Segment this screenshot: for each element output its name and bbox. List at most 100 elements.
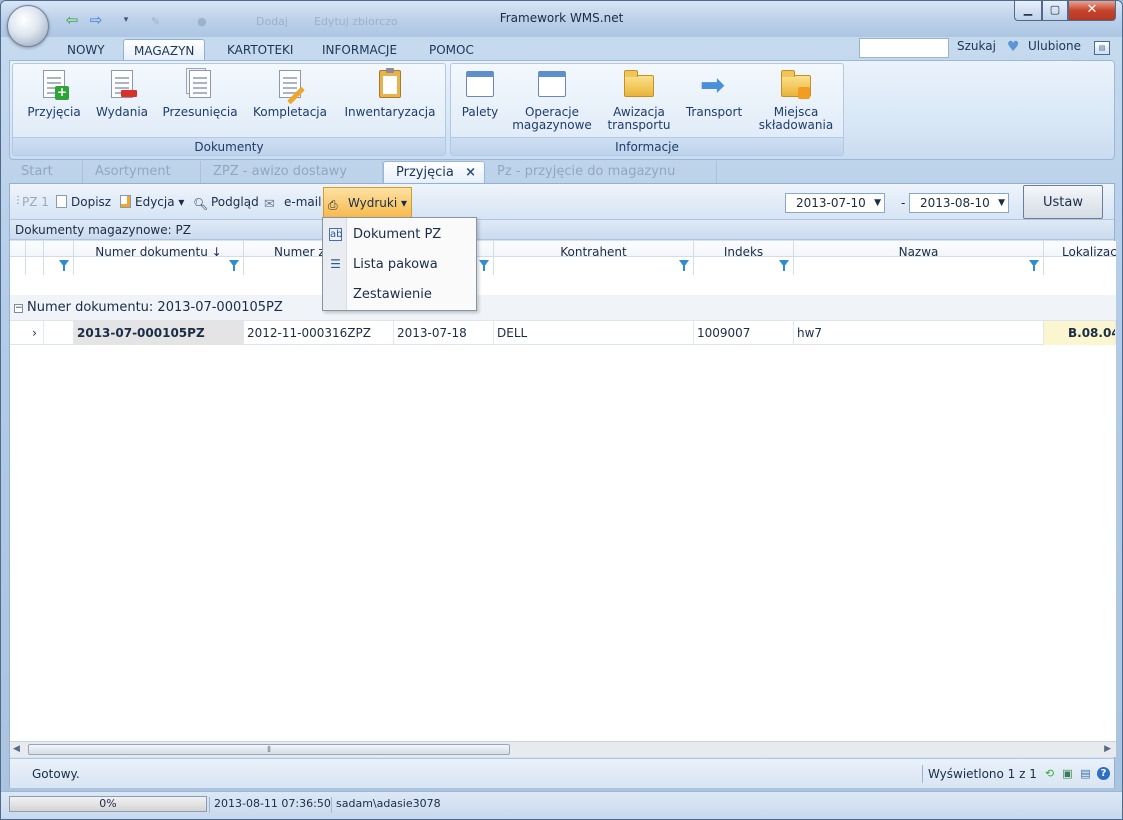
search-button[interactable]: Szukaj — [957, 39, 996, 53]
heart-icon[interactable]: ♥ — [1007, 39, 1020, 55]
export-icon[interactable]: ▣ — [1061, 767, 1074, 780]
group-row-label: Numer dokumentu: 2013-07-000105PZ — [27, 300, 283, 315]
document-add-icon: + — [38, 68, 70, 102]
inwentaryzacja-button[interactable]: Inwentaryzacja — [339, 68, 441, 119]
document-text-icon: ab — [329, 228, 343, 241]
collapse-icon[interactable]: − — [14, 304, 23, 313]
filter-icon[interactable] — [679, 260, 689, 271]
column-numer-dokumentu[interactable]: Numer dokumentu ↓ — [74, 241, 244, 275]
podglad-label: Podgląd — [211, 195, 259, 209]
tab-nowy[interactable]: NOWY — [57, 39, 115, 61]
horizontal-scrollbar[interactable]: ◀ ⦀ ▶ — [10, 741, 1116, 757]
scroll-right-icon[interactable]: ▶ — [1104, 744, 1111, 754]
application-orb-button[interactable] — [7, 5, 49, 47]
search-input[interactable] — [859, 38, 949, 58]
menu-item-zestawienie[interactable]: Zestawienie — [323, 280, 476, 310]
date-to-field[interactable]: 2013-08-10 ▼ — [909, 193, 1009, 213]
app-window: ⇦ ⇨ ▾ ✎ ● Dodaj Edytuj zbiorczo Framewor… — [0, 0, 1123, 820]
operacje-magazynowe-button[interactable]: Operacje magazynowe — [507, 68, 597, 132]
edycja-button[interactable]: Edycja ▾ — [120, 195, 184, 209]
ustaw-button[interactable]: Ustaw — [1023, 185, 1103, 219]
column-lokalizacja[interactable]: Lokalizacj — [1044, 241, 1116, 275]
row-expand-icon[interactable]: › — [26, 321, 44, 345]
wydania-button[interactable]: Wydania — [91, 68, 153, 119]
doc-tab-asortyment[interactable]: Asortyment — [83, 161, 201, 183]
window-layout-icon[interactable]: ▤ — [1094, 41, 1110, 55]
doc-tab-zpz-awizo[interactable]: ZPZ - awizo dostawy — [201, 161, 383, 183]
wydruki-button[interactable]: ⎙ Wydruki ▾ — [323, 187, 413, 217]
column-nazwa[interactable]: Nazwa — [794, 241, 1044, 275]
scrollbar-thumb[interactable]: ⦀ — [28, 744, 510, 755]
email-button[interactable]: ✉ e-mail — [264, 195, 322, 212]
clipboard-icon — [374, 68, 406, 102]
wydania-label: Wydania — [95, 105, 149, 119]
group-label-informacje: Informacje — [451, 137, 843, 155]
cell-numer-dokumentu[interactable]: 2013-07-000105PZ — [74, 321, 244, 345]
list-icon: ☰ — [330, 257, 341, 271]
cell-indeks[interactable]: 1009007 — [694, 321, 794, 345]
document-edit-icon — [274, 68, 306, 105]
scroll-left-icon[interactable]: ◀ — [13, 744, 20, 754]
tab-magazyn[interactable]: MAGAZYN — [123, 39, 206, 61]
date-range-separator: - — [901, 196, 906, 210]
status-user: sadam\adasie3078 — [331, 797, 445, 813]
chevron-down-icon[interactable]: ▼ — [874, 194, 881, 212]
folder-icon — [623, 68, 655, 102]
kompletacja-button[interactable]: Kompletacja — [247, 68, 333, 119]
przyjecia-button[interactable]: + Przyjęcia — [19, 68, 89, 119]
awizacja-transportu-button[interactable]: Awizacja transportu — [601, 68, 677, 132]
maximize-button[interactable]: ▢ — [1042, 1, 1068, 21]
favorites-button[interactable]: Ulubione — [1028, 39, 1081, 53]
edit-document-icon — [120, 195, 131, 208]
miejsca-skladowania-button[interactable]: Miejsca składowania — [751, 68, 841, 132]
filter-icon[interactable] — [229, 260, 239, 271]
transport-button[interactable]: ➡ Transport — [681, 68, 747, 119]
filter-icon[interactable] — [779, 260, 789, 271]
tab-kartoteki[interactable]: KARTOTEKI — [217, 39, 303, 61]
filter-icon[interactable] — [59, 260, 69, 271]
filter-icon[interactable] — [1029, 260, 1039, 271]
dopisz-button[interactable]: Dopisz — [56, 195, 111, 209]
column-kontrahent[interactable]: Kontrahent — [494, 241, 694, 275]
inwentaryzacja-label: Inwentaryzacja — [344, 105, 436, 119]
cell-kontrahent[interactable]: DELL — [494, 321, 694, 345]
cell-numer-z[interactable]: 2012-11-000316ZPZ — [244, 321, 394, 345]
cell-lokalizacja[interactable]: B.08.04. — [1044, 321, 1116, 345]
help-icon[interactable]: ? — [1097, 767, 1110, 780]
menu-item-dokument-pz[interactable]: ab Dokument PZ — [323, 220, 476, 250]
tab-informacje[interactable]: INFORMACJE — [312, 39, 407, 61]
menu-item-lista-pakowa[interactable]: ☰ Lista pakowa — [323, 250, 476, 280]
close-tab-icon[interactable]: × — [465, 162, 476, 183]
tab-pomoc[interactable]: POMOC — [419, 39, 484, 61]
palety-label: Palety — [461, 105, 499, 119]
email-label: e-mail — [284, 195, 322, 209]
refresh-icon[interactable]: ⟲ — [1043, 767, 1056, 780]
przesuniecia-button[interactable]: Przesunięcia — [157, 68, 243, 119]
awizacja-transportu-label: Awizacja transportu — [607, 105, 671, 132]
minimize-button[interactable]: ▁ — [1014, 1, 1042, 21]
cell-nazwa[interactable]: hw7 — [794, 321, 1044, 345]
group-label-dokumenty: Dokumenty — [13, 137, 445, 155]
doc-tab-pz-przyjecie[interactable]: Pz - przyjęcie do magazynu — [485, 161, 717, 183]
calendar-check-icon — [536, 68, 568, 102]
new-document-icon — [56, 195, 67, 208]
close-window-button[interactable]: ✕ — [1068, 1, 1116, 21]
status-datetime: 2013-08-11 07:36:50 — [209, 797, 335, 813]
filter-icon[interactable] — [479, 260, 489, 271]
cell-data[interactable]: 2013-07-18 — [394, 321, 494, 345]
przyjecia-label: Przyjęcia — [27, 105, 81, 119]
podglad-button[interactable]: 🔍︎ Podgląd — [193, 195, 259, 211]
column-indeks[interactable]: Indeks — [694, 241, 794, 275]
palety-button[interactable]: Palety — [455, 68, 505, 119]
header-status-cell — [44, 241, 74, 275]
kompletacja-label: Kompletacja — [253, 105, 327, 119]
chevron-down-icon[interactable]: ▼ — [998, 194, 1005, 212]
save-layout-icon[interactable]: ▤ — [1079, 767, 1092, 780]
table-row[interactable]: › 2013-07-000105PZ 2012-11-000316ZPZ 201… — [10, 321, 1116, 345]
header-indicator-cell — [10, 241, 26, 275]
group-row[interactable]: − Numer dokumentu: 2013-07-000105PZ — [10, 295, 1116, 321]
doc-tab-przyjecia[interactable]: Przyjęcia × — [383, 161, 485, 183]
pz-counter: PZ 1 — [22, 195, 49, 209]
date-from-field[interactable]: 2013-07-10 ▼ — [785, 193, 885, 213]
doc-tab-start[interactable]: Start — [9, 161, 83, 183]
